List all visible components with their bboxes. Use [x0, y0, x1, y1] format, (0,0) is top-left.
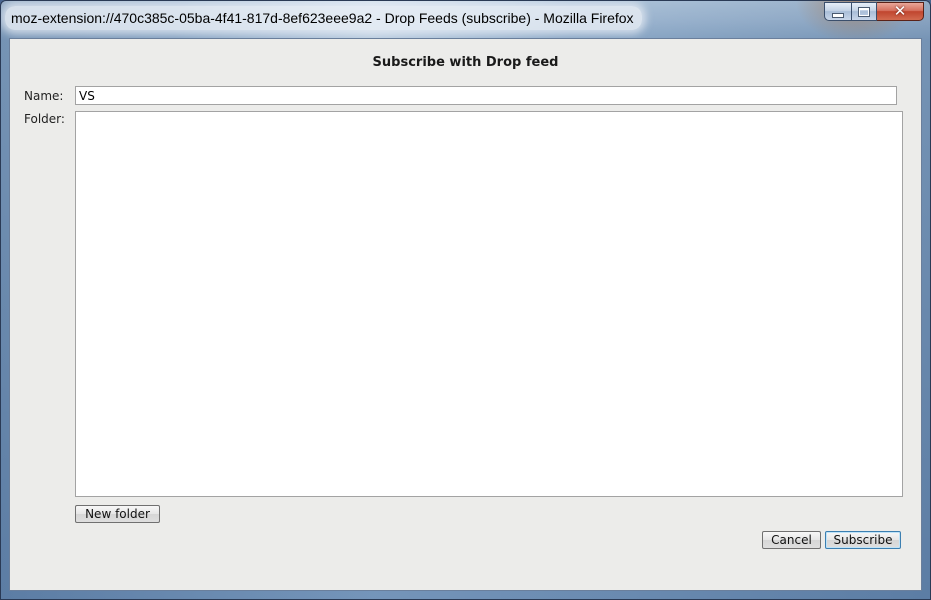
window-controls: ✕ — [824, 2, 924, 22]
firefox-window: moz-extension://470c385c-05ba-4f41-817d-… — [0, 0, 931, 600]
maximize-button[interactable] — [851, 2, 877, 21]
name-input[interactable] — [75, 86, 897, 105]
subscribe-dialog: Subscribe with Drop feed Name: Folder: N… — [9, 38, 922, 591]
minimize-icon — [832, 13, 844, 18]
minimize-button[interactable] — [824, 2, 851, 21]
close-button[interactable]: ✕ — [877, 2, 924, 21]
maximize-icon — [858, 6, 870, 17]
subscribe-button[interactable]: Subscribe — [825, 531, 901, 549]
close-icon: ✕ — [893, 2, 907, 20]
new-folder-button[interactable]: New folder — [75, 505, 160, 523]
window-title: moz-extension://470c385c-05ba-4f41-817d-… — [5, 6, 642, 30]
folder-tree[interactable] — [75, 111, 903, 497]
dialog-title: Subscribe with Drop feed — [372, 55, 559, 70]
cancel-button[interactable]: Cancel — [762, 531, 821, 549]
folder-label: Folder: — [24, 112, 65, 126]
title-bar[interactable]: moz-extension://470c385c-05ba-4f41-817d-… — [1, 1, 930, 37]
name-label: Name: — [24, 89, 64, 103]
